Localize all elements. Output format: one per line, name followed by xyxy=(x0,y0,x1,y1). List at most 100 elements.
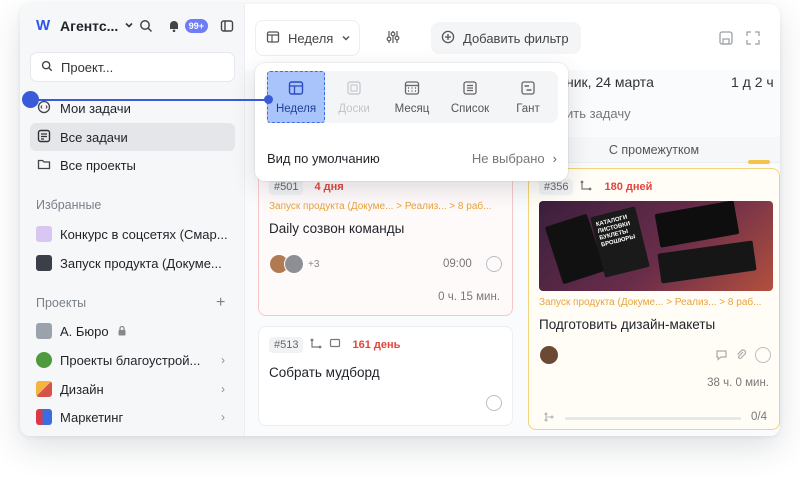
sidebar-toggle-icon[interactable] xyxy=(218,17,236,35)
project-item[interactable]: Маркетинг › xyxy=(30,404,225,430)
logo-icon: W xyxy=(36,17,51,34)
view-option-boards[interactable]: Доски xyxy=(325,71,383,123)
project-item[interactable]: А. Бюро xyxy=(30,318,225,344)
fullscreen-icon[interactable] xyxy=(745,30,761,49)
annotation-start-dot xyxy=(22,91,39,108)
workspace-header: W Агентс... 99+ xyxy=(36,14,236,38)
settings-sliders-button[interactable] xyxy=(375,20,411,56)
tree-icon xyxy=(36,352,52,368)
search-placeholder: Проект... xyxy=(61,59,114,75)
attachment-icon[interactable] xyxy=(735,349,747,364)
complete-checkbox[interactable] xyxy=(486,256,502,272)
task-duration: 0 ч. 15 мин. xyxy=(438,291,500,303)
project-search-input[interactable]: Проект... xyxy=(30,52,235,82)
view-option-label: Доски xyxy=(338,102,370,115)
overdue-badge: 161 день xyxy=(352,339,401,351)
pencil-icon xyxy=(36,381,52,397)
phone-icon xyxy=(36,409,52,425)
avatar xyxy=(284,254,304,274)
breadcrumb: Запуск продукта (Докуме... > Реализ... >… xyxy=(269,201,492,212)
subtask-icon xyxy=(309,338,323,353)
add-project-icon[interactable]: + xyxy=(216,294,225,312)
view-option-list[interactable]: Список xyxy=(441,71,499,123)
task-id: #356 xyxy=(539,179,574,195)
task-card[interactable]: #356 180 дней КАТАЛОГИ ЛИСТОВКИ БУКЛЕТЫ … xyxy=(528,168,780,430)
plus-circle-icon xyxy=(441,30,455,47)
complete-checkbox[interactable] xyxy=(486,395,502,411)
view-option-month[interactable]: Месяц xyxy=(383,71,441,123)
gantt-icon xyxy=(520,80,536,99)
chevron-right-icon[interactable]: › xyxy=(221,382,225,396)
building-icon xyxy=(36,323,52,339)
bell-icon[interactable] xyxy=(165,17,183,35)
task-card[interactable]: #513 161 день Собрать мудборд xyxy=(258,326,513,426)
overdue-badge: 180 дней xyxy=(604,181,653,193)
project-emoji-icon xyxy=(36,255,52,271)
comment-icon[interactable] xyxy=(715,349,728,364)
subtask-icon xyxy=(579,180,593,195)
annotation-end-dot xyxy=(264,95,273,104)
chevron-down-icon[interactable] xyxy=(124,20,134,33)
overdue-badge: 4 дня xyxy=(314,181,344,193)
calendar-month-icon xyxy=(404,80,420,99)
toolbar: Неделя Добавить фильтр xyxy=(245,4,780,70)
view-option-week[interactable]: Неделя xyxy=(267,71,325,123)
view-option-label: Неделя xyxy=(275,102,317,115)
view-option-label: Список xyxy=(450,102,490,115)
task-id: #513 xyxy=(269,337,304,353)
search-icon[interactable] xyxy=(137,17,155,35)
nav-label: Мои задачи xyxy=(60,100,131,116)
progress-bar xyxy=(565,417,741,420)
task-cover-image: КАТАЛОГИ ЛИСТОВКИ БУКЛЕТЫ БРОШЮРЫ xyxy=(539,201,773,291)
nav-all-tasks[interactable]: Все задачи xyxy=(30,123,235,151)
chevron-right-icon: › xyxy=(552,151,557,166)
default-view-value: Не выбрано xyxy=(471,151,545,166)
annotation-line xyxy=(30,99,268,101)
nav-label: Все проекты xyxy=(60,157,136,173)
view-selector-label: Неделя xyxy=(288,30,334,46)
project-label: Дизайн xyxy=(60,381,104,397)
complete-checkbox[interactable] xyxy=(755,347,771,363)
default-view-row[interactable]: Вид по умолчанию Не выбрано › xyxy=(267,151,557,166)
project-item[interactable]: Дизайн › xyxy=(30,376,225,402)
view-option-label: Месяц xyxy=(394,102,430,115)
folder-icon xyxy=(37,157,51,174)
subtask-progress: 0/4 xyxy=(751,411,767,423)
view-options-row: Неделя Доски Месяц Список Гант xyxy=(265,71,558,123)
board-icon xyxy=(346,80,362,99)
favorite-item[interactable]: Запуск продукта (Докуме... xyxy=(30,250,235,276)
breadcrumb: Запуск продукта (Докуме... > Реализ... >… xyxy=(539,297,762,308)
search-icon xyxy=(41,60,53,75)
task-title[interactable]: Подготовить дизайн-макеты xyxy=(539,317,715,332)
task-card[interactable]: #501 4 дня Запуск продукта (Докуме... > … xyxy=(258,168,513,316)
add-filter-label: Добавить фильтр xyxy=(463,30,569,46)
task-id: #501 xyxy=(269,179,304,195)
notification-badge: 99+ xyxy=(184,19,208,33)
task-title[interactable]: Daily созвон команды xyxy=(269,221,404,236)
view-option-gantt[interactable]: Гант xyxy=(499,71,557,123)
extra-assignees: +3 xyxy=(308,258,320,270)
save-icon[interactable] xyxy=(718,30,734,49)
chevron-right-icon[interactable]: › xyxy=(221,410,225,424)
chevron-right-icon[interactable]: › xyxy=(221,353,225,367)
sliders-icon xyxy=(385,29,401,48)
project-item[interactable]: Проекты благоустрой... › xyxy=(30,347,225,373)
task-time: 09:00 xyxy=(443,258,472,270)
comment-icon xyxy=(329,338,341,353)
default-view-label: Вид по умолчанию xyxy=(267,151,380,166)
list-icon xyxy=(462,80,478,99)
add-task-link[interactable]: ить задачу xyxy=(566,106,631,121)
add-filter-button[interactable]: Добавить фильтр xyxy=(431,22,581,54)
avatar xyxy=(539,345,559,365)
column-indicator xyxy=(748,160,770,164)
task-duration: 38 ч. 0 мин. xyxy=(707,377,769,389)
task-title[interactable]: Собрать мудборд xyxy=(269,365,380,380)
favorites-title: Избранные xyxy=(36,198,102,212)
date-header: ник, 24 марта xyxy=(566,74,654,90)
favorite-label: Конкурс в соцсетях (Смар... xyxy=(60,226,228,242)
projects-title: Проекты xyxy=(36,296,87,310)
nav-all-projects[interactable]: Все проекты xyxy=(30,151,235,179)
view-selector-button[interactable]: Неделя xyxy=(255,20,360,56)
workspace-name[interactable]: Агентс... xyxy=(60,18,118,34)
favorite-item[interactable]: Конкурс в соцсетях (Смар... xyxy=(30,221,235,247)
